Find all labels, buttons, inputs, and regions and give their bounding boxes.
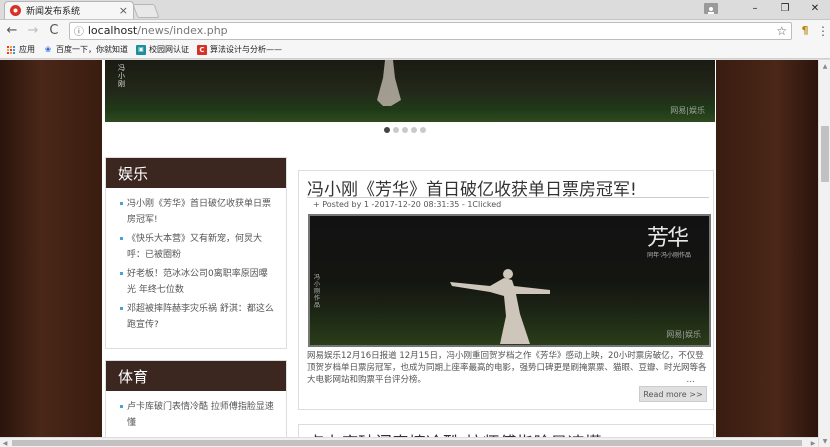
baidu-paw-icon: ❀ bbox=[44, 45, 52, 54]
page-background-left bbox=[0, 60, 102, 447]
site-info-icon[interactable]: ⓘ bbox=[74, 23, 84, 38]
slider-dot[interactable] bbox=[402, 127, 408, 133]
tab-title: 新闻发布系统 bbox=[26, 7, 81, 17]
site-favicon-icon bbox=[10, 5, 21, 16]
page-viewport: 冯小刚 网易|娱乐 娱乐 冯小刚《芳华》首日破亿收获单日票房冠军! 《快乐大本营… bbox=[0, 60, 818, 447]
bookmark-apps[interactable]: 应用 bbox=[6, 44, 35, 55]
widget-title: 娱乐 bbox=[106, 158, 286, 188]
address-bar[interactable]: ⓘ localhost/news/index.php ☆ bbox=[68, 21, 793, 40]
browser-menu-icon[interactable]: ⋮ bbox=[816, 22, 830, 40]
news-link[interactable]: 邓超被摔阵赫李灾乐祸 舒淇：都这么跑宣传? bbox=[120, 301, 276, 333]
apps-grid-icon bbox=[6, 45, 16, 55]
slider-watermark: 网易|娱乐 bbox=[670, 106, 705, 115]
campus-network-icon: ▣ bbox=[136, 44, 146, 55]
article-meta: + Posted by 1 -2017-12-20 08:31:35 - 1Cl… bbox=[313, 200, 502, 209]
widget-title: 体育 bbox=[106, 361, 286, 391]
scrollbar-thumb[interactable] bbox=[12, 440, 802, 446]
bookmark-label: 应用 bbox=[19, 45, 35, 54]
window-controls: – ❐ ✕ bbox=[704, 0, 830, 17]
bookmark-star-icon[interactable]: ☆ bbox=[776, 24, 787, 38]
bookmark-campus-network[interactable]: ▣ 校园网认证 bbox=[136, 44, 189, 55]
horizontal-scrollbar[interactable]: ◀ ▶ bbox=[0, 437, 818, 447]
scroll-left-icon[interactable]: ◀ bbox=[0, 438, 10, 447]
c-letter-icon: C bbox=[197, 44, 207, 55]
article-title[interactable]: 冯小刚《芳华》首日破亿收获单日票房冠军! bbox=[299, 171, 713, 200]
news-link[interactable]: 卢卡库破门表情冷酷 拉师傅指脸显速懂 bbox=[120, 399, 276, 431]
slider-dot[interactable] bbox=[420, 127, 426, 133]
image-watermark: 网易|娱乐 bbox=[666, 330, 701, 339]
bookmark-label: 百度一下，你就知道 bbox=[56, 45, 128, 54]
browser-tab[interactable]: 新闻发布系统 × bbox=[4, 1, 134, 19]
bookmark-algorithm[interactable]: C 算法设计与分析—— bbox=[197, 44, 282, 55]
poster-subtitle: 同年·冯小刚作品 bbox=[647, 252, 691, 259]
poster-title: 芳华 bbox=[646, 226, 689, 251]
hero-slider-image[interactable]: 冯小刚 网易|娱乐 bbox=[105, 60, 715, 122]
slider-vertical-text: 冯小刚 bbox=[118, 64, 125, 88]
forward-icon[interactable]: → bbox=[24, 22, 42, 40]
reload-icon[interactable]: C bbox=[45, 22, 63, 40]
page-container: 冯小刚 网易|娱乐 娱乐 冯小刚《芳华》首日破亿收获单日票房冠军! 《快乐大本营… bbox=[102, 60, 716, 447]
read-more-button[interactable]: Read more >> bbox=[639, 386, 707, 402]
url-text[interactable]: localhost/news/index.php bbox=[88, 24, 776, 37]
minimize-button[interactable]: – bbox=[740, 0, 770, 17]
extension-icon[interactable]: ¶ bbox=[796, 22, 814, 40]
entertainment-news-list: 冯小刚《芳华》首日破亿收获单日票房冠军! 《快乐大本营》又有新宠，何炅大呼：已被… bbox=[106, 188, 286, 342]
slider-dots bbox=[384, 127, 426, 133]
slider-dot[interactable] bbox=[384, 127, 390, 133]
scroll-right-icon[interactable]: ▶ bbox=[808, 438, 818, 447]
back-icon[interactable]: ← bbox=[3, 22, 21, 40]
excerpt-ellipsis: ... bbox=[686, 375, 695, 385]
sports-widget: 体育 卢卡库破门表情冷酷 拉师傅指脸显速懂 bbox=[105, 360, 287, 447]
new-tab-button[interactable] bbox=[132, 4, 160, 18]
slider-dot[interactable] bbox=[393, 127, 399, 133]
bookmark-label: 算法设计与分析—— bbox=[210, 45, 282, 54]
scrollbar-thumb[interactable] bbox=[821, 126, 829, 182]
tab-close-icon[interactable]: × bbox=[119, 5, 128, 16]
dancer-figure-icon bbox=[377, 60, 401, 106]
url-host: localhost bbox=[87, 24, 138, 37]
news-link[interactable]: 冯小刚《芳华》首日破亿收获单日票房冠军! bbox=[120, 196, 276, 228]
browser-toolbar: ← → C ⓘ localhost/news/index.php ☆ ¶ ⋮ bbox=[0, 19, 830, 41]
dancer-figure-icon bbox=[450, 269, 550, 344]
tab-strip: 新闻发布系统 × – ❐ ✕ bbox=[0, 0, 830, 19]
scroll-up-icon[interactable]: ▲ bbox=[819, 60, 830, 72]
article-excerpt: 网易娱乐12月16日报道 12月15日，冯小刚重回贺岁档之作《芳华》感动上映，2… bbox=[307, 351, 707, 385]
article-card: 冯小刚《芳华》首日破亿收获单日票房冠军! + Posted by 1 -2017… bbox=[298, 170, 714, 410]
scroll-down-icon[interactable]: ▼ bbox=[819, 435, 830, 447]
slider-dot[interactable] bbox=[411, 127, 417, 133]
close-window-button[interactable]: ✕ bbox=[800, 0, 830, 17]
bookmarks-bar: 应用 ❀ 百度一下，你就知道 ▣ 校园网认证 C 算法设计与分析—— bbox=[0, 41, 830, 59]
bookmark-label: 校园网认证 bbox=[149, 45, 189, 54]
sports-news-list: 卢卡库破门表情冷酷 拉师傅指脸显速懂 bbox=[106, 391, 286, 440]
poster-vertical-text: 冯小刚作品 bbox=[314, 274, 321, 309]
news-link[interactable]: 《快乐大本营》又有新宠，何炅大呼：已被圈粉 bbox=[120, 231, 276, 263]
profile-icon[interactable] bbox=[704, 3, 718, 14]
bookmark-baidu[interactable]: ❀ 百度一下，你就知道 bbox=[43, 44, 128, 55]
entertainment-widget: 娱乐 冯小刚《芳华》首日破亿收获单日票房冠军! 《快乐大本营》又有新宠，何炅大呼… bbox=[105, 157, 287, 349]
page-background-right bbox=[716, 60, 818, 447]
article-image[interactable]: 芳华 同年·冯小刚作品 冯小刚作品 网易|娱乐 bbox=[308, 214, 711, 347]
news-link[interactable]: 好老板！范冰冰公司0离职率原因曝光 年终七位数 bbox=[120, 266, 276, 298]
url-path: /news/index.php bbox=[137, 24, 228, 37]
restore-button[interactable]: ❐ bbox=[770, 0, 800, 17]
vertical-scrollbar[interactable]: ▲ ▼ bbox=[818, 60, 830, 447]
